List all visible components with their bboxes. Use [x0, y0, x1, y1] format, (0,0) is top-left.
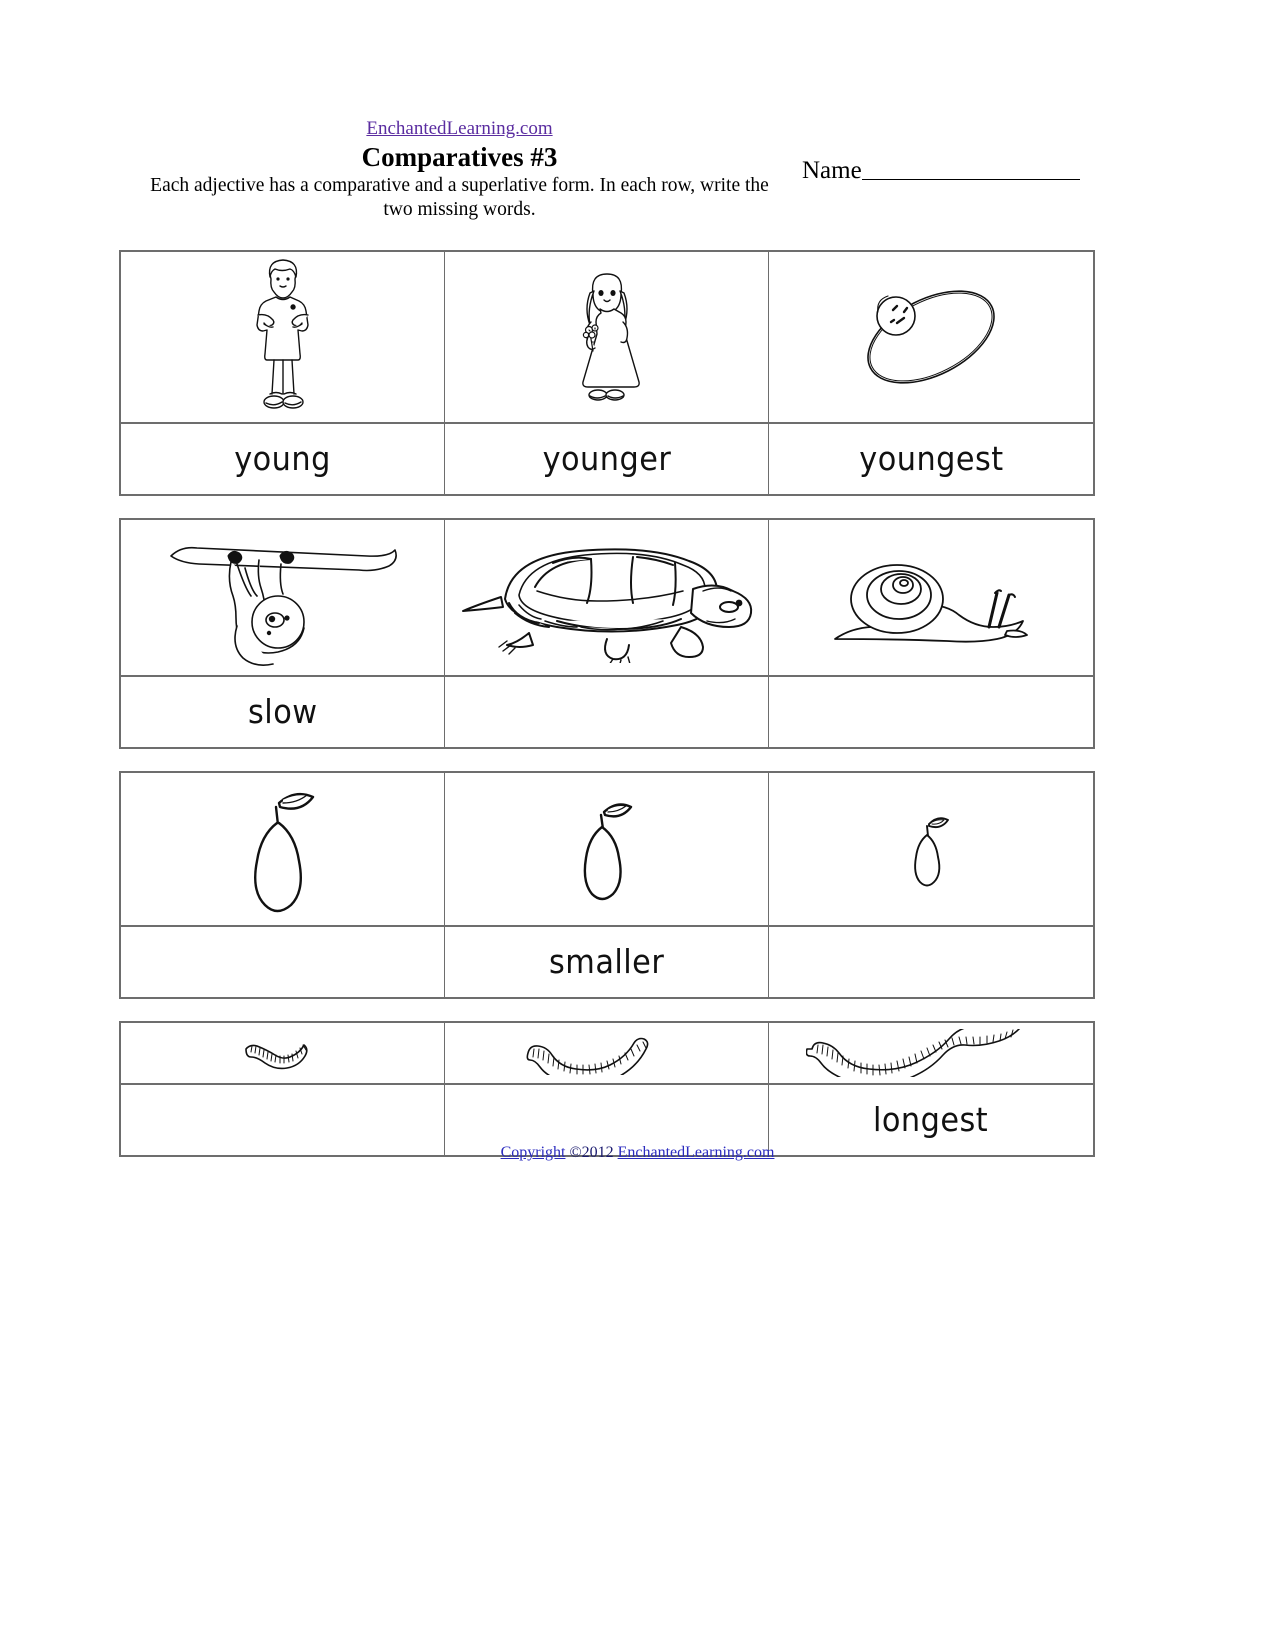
enchantedlearning-link[interactable]: EnchantedLearning.com	[366, 118, 552, 140]
name-input-line[interactable]	[861, 179, 1080, 180]
word-label: younger	[542, 439, 671, 478]
word-row: young younger youngest	[121, 424, 1093, 494]
girl-with-flowers-icon	[567, 267, 647, 407]
long-worm-icon	[806, 1029, 1056, 1077]
picture-cell	[445, 773, 769, 925]
picture-cell	[769, 252, 1093, 422]
word-cell[interactable]: smaller	[445, 927, 769, 997]
word-cell[interactable]	[121, 927, 445, 997]
picture-cell	[769, 773, 1093, 925]
word-cell[interactable]	[769, 677, 1093, 747]
picture-cell	[121, 773, 445, 925]
picture-cell	[121, 1023, 445, 1083]
name-field-block: Name	[802, 158, 1080, 184]
word-label: longest	[873, 1100, 989, 1139]
word-cell[interactable]: younger	[445, 424, 769, 494]
word-label: slow	[247, 692, 318, 731]
copyright-link[interactable]: Copyright	[501, 1144, 566, 1161]
word-cell[interactable]	[769, 927, 1093, 997]
picture-cell	[121, 252, 445, 422]
worksheet-page: EnchantedLearning.com Comparatives #3 Ea…	[0, 0, 1275, 1649]
table-row: slow	[119, 518, 1095, 749]
word-row: slow	[121, 677, 1093, 747]
footer-site-link[interactable]: EnchantedLearning.com	[618, 1144, 775, 1161]
comparatives-grid: young younger youngest slow smaller long…	[119, 250, 1095, 1179]
picture-cell	[445, 520, 769, 675]
word-cell[interactable]: young	[121, 424, 445, 494]
short-worm-icon	[238, 1033, 328, 1073]
copyright-year: ©2012	[565, 1144, 618, 1161]
table-row: longest	[119, 1021, 1095, 1157]
baby-in-blanket-icon	[851, 282, 1011, 392]
word-cell[interactable]: youngest	[769, 424, 1093, 494]
picture-row	[121, 773, 1093, 927]
word-label: youngest	[858, 439, 1004, 478]
picture-row	[121, 520, 1093, 677]
name-label: Name	[802, 157, 862, 184]
sloth-hanging-branch-icon	[163, 528, 403, 668]
word-label: young	[234, 439, 331, 478]
turtle-icon	[457, 533, 757, 663]
woman-standing-icon	[240, 257, 326, 417]
page-title: Comparatives #3	[361, 142, 558, 172]
word-cell[interactable]: slow	[121, 677, 445, 747]
table-row: young younger youngest	[119, 250, 1095, 496]
word-row: smaller	[121, 927, 1093, 997]
page-header: EnchantedLearning.com Comparatives #3 Ea…	[0, 118, 1275, 238]
picture-cell	[769, 1023, 1093, 1083]
header-text-block: EnchantedLearning.com Comparatives #3 Ea…	[132, 118, 787, 222]
picture-cell	[445, 252, 769, 422]
word-label: smaller	[548, 942, 665, 981]
picture-cell	[769, 520, 1093, 675]
large-pear-icon	[228, 779, 338, 919]
picture-row	[121, 1023, 1093, 1085]
medium-pear-icon	[564, 793, 650, 905]
instructions-text: Each adjective has a comparative and a s…	[150, 175, 769, 220]
snail-icon	[821, 543, 1041, 653]
picture-cell	[445, 1023, 769, 1083]
page-footer: Copyright ©2012 EnchantedLearning.com	[0, 1143, 1275, 1162]
table-row: smaller	[119, 771, 1095, 999]
small-pear-icon	[902, 810, 960, 888]
word-cell[interactable]	[445, 677, 769, 747]
medium-worm-icon	[522, 1031, 692, 1075]
picture-cell	[121, 520, 445, 675]
picture-row	[121, 252, 1093, 424]
